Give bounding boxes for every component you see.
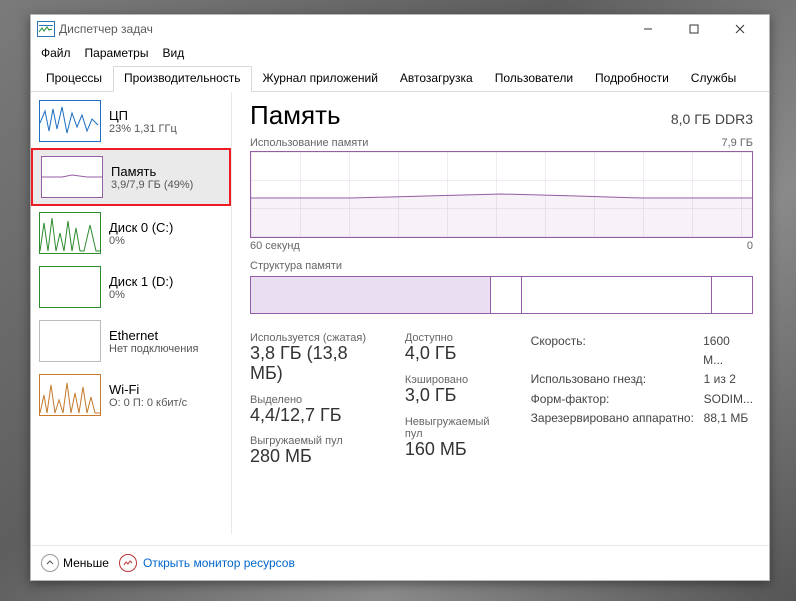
memory-details: Скорость:1600 М... Использовано гнезд: 1 … <box>531 332 753 467</box>
memory-usage-chart <box>250 151 753 238</box>
resource-monitor-icon <box>119 554 137 572</box>
app-icon <box>37 21 55 37</box>
detail-val: SODIM... <box>704 390 753 409</box>
tabstrip: Процессы Производительность Журнал прило… <box>31 65 769 92</box>
disk-thumb-icon <box>39 212 101 254</box>
sidebar-item-label: Ethernet <box>109 328 198 343</box>
tab-startup[interactable]: Автозагрузка <box>389 66 484 92</box>
stat-label: Невыгружаемый пул <box>405 416 507 440</box>
sidebar-item-disk1[interactable]: Диск 1 (D:)0% <box>31 260 231 314</box>
tab-details[interactable]: Подробности <box>584 66 680 92</box>
sidebar-item-sub: 0% <box>109 289 173 301</box>
detail-key: Форм-фактор: <box>531 390 696 409</box>
stat-value: 3,8 ГБ (13,8 МБ) <box>250 344 381 384</box>
close-button[interactable] <box>717 15 763 43</box>
resource-monitor-label: Открыть монитор ресурсов <box>143 556 295 570</box>
disk-thumb-icon <box>39 266 101 308</box>
minimize-button[interactable] <box>625 15 671 43</box>
sidebar-item-cpu[interactable]: ЦП23% 1,31 ГГц <box>31 94 231 148</box>
tab-users[interactable]: Пользователи <box>484 66 584 92</box>
chart-max: 7,9 ГБ <box>721 137 753 149</box>
menubar: Файл Параметры Вид <box>31 43 769 63</box>
page-title: Память <box>250 100 341 131</box>
main-panel: Память 8,0 ГБ DDR3 Использование памяти 7… <box>232 92 769 534</box>
detail-key: Использовано гнезд: <box>531 370 696 389</box>
menu-view[interactable]: Вид <box>162 46 184 60</box>
sidebar-item-label: Диск 1 (D:) <box>109 274 173 289</box>
detail-key: Скорость: <box>531 332 695 370</box>
sidebar-item-disk0[interactable]: Диск 0 (C:)0% <box>31 206 231 260</box>
sidebar-item-label: ЦП <box>109 108 177 123</box>
open-resource-monitor-link[interactable]: Открыть монитор ресурсов <box>119 554 295 572</box>
menu-options[interactable]: Параметры <box>85 46 149 60</box>
sidebar-item-sub: 0% <box>109 235 173 247</box>
chart-label: Использование памяти <box>250 137 368 149</box>
sidebar-item-memory[interactable]: Память3,9/7,9 ГБ (49%) <box>31 148 231 206</box>
wifi-thumb-icon <box>39 374 101 416</box>
sidebar-item-sub: 23% 1,31 ГГц <box>109 123 177 135</box>
stat-value: 4,4/12,7 ГБ <box>250 406 381 426</box>
menu-file[interactable]: Файл <box>41 46 71 60</box>
detail-val: 1600 М... <box>703 332 753 370</box>
sidebar-item-label: Диск 0 (C:) <box>109 220 173 235</box>
axis-right: 0 <box>747 240 753 252</box>
stat-label: Выделено <box>250 394 381 406</box>
maximize-button[interactable] <box>671 15 717 43</box>
axis-left: 60 секунд <box>250 240 300 252</box>
memory-composition-bar <box>250 276 753 314</box>
stat-label: Кэшировано <box>405 374 507 386</box>
sidebar: ЦП23% 1,31 ГГц Память3,9/7,9 ГБ (49%) Ди… <box>31 92 232 534</box>
fewer-details-label: Меньше <box>63 556 109 570</box>
task-manager-window: Диспетчер задач Файл Параметры Вид Проце… <box>30 14 770 581</box>
tab-processes[interactable]: Процессы <box>35 66 113 92</box>
sidebar-item-ethernet[interactable]: EthernetНет подключения <box>31 314 231 368</box>
detail-key: Зарезервировано аппаратно: <box>531 409 696 428</box>
sidebar-item-wifi[interactable]: Wi-FiО: 0 П: 0 кбит/с <box>31 368 231 422</box>
composition-label: Структура памяти <box>250 260 342 272</box>
memory-total: 8,0 ГБ DDR3 <box>671 111 753 127</box>
tab-app-history[interactable]: Журнал приложений <box>252 66 389 92</box>
sidebar-item-sub: Нет подключения <box>109 343 198 355</box>
stat-value: 160 МБ <box>405 440 507 460</box>
stat-value: 280 МБ <box>250 447 381 467</box>
cpu-thumb-icon <box>39 100 101 142</box>
sidebar-item-label: Wi-Fi <box>109 382 187 397</box>
memory-thumb-icon <box>41 156 103 198</box>
tab-performance[interactable]: Производительность <box>113 66 251 92</box>
footer: Меньше Открыть монитор ресурсов <box>31 545 769 580</box>
sidebar-item-sub: 3,9/7,9 ГБ (49%) <box>111 179 193 191</box>
sidebar-item-sub: О: 0 П: 0 кбит/с <box>109 397 187 409</box>
sidebar-item-label: Память <box>111 164 193 179</box>
stat-value: 3,0 ГБ <box>405 386 507 406</box>
window-title: Диспетчер задач <box>59 22 153 36</box>
titlebar: Диспетчер задач <box>31 15 769 43</box>
detail-val: 88,1 МБ <box>704 409 749 428</box>
ethernet-thumb-icon <box>39 320 101 362</box>
detail-val: 1 из 2 <box>704 370 736 389</box>
stat-value: 4,0 ГБ <box>405 344 507 364</box>
fewer-details-button[interactable]: Меньше <box>41 554 109 572</box>
chevron-up-icon <box>41 554 59 572</box>
tab-services[interactable]: Службы <box>680 66 747 92</box>
